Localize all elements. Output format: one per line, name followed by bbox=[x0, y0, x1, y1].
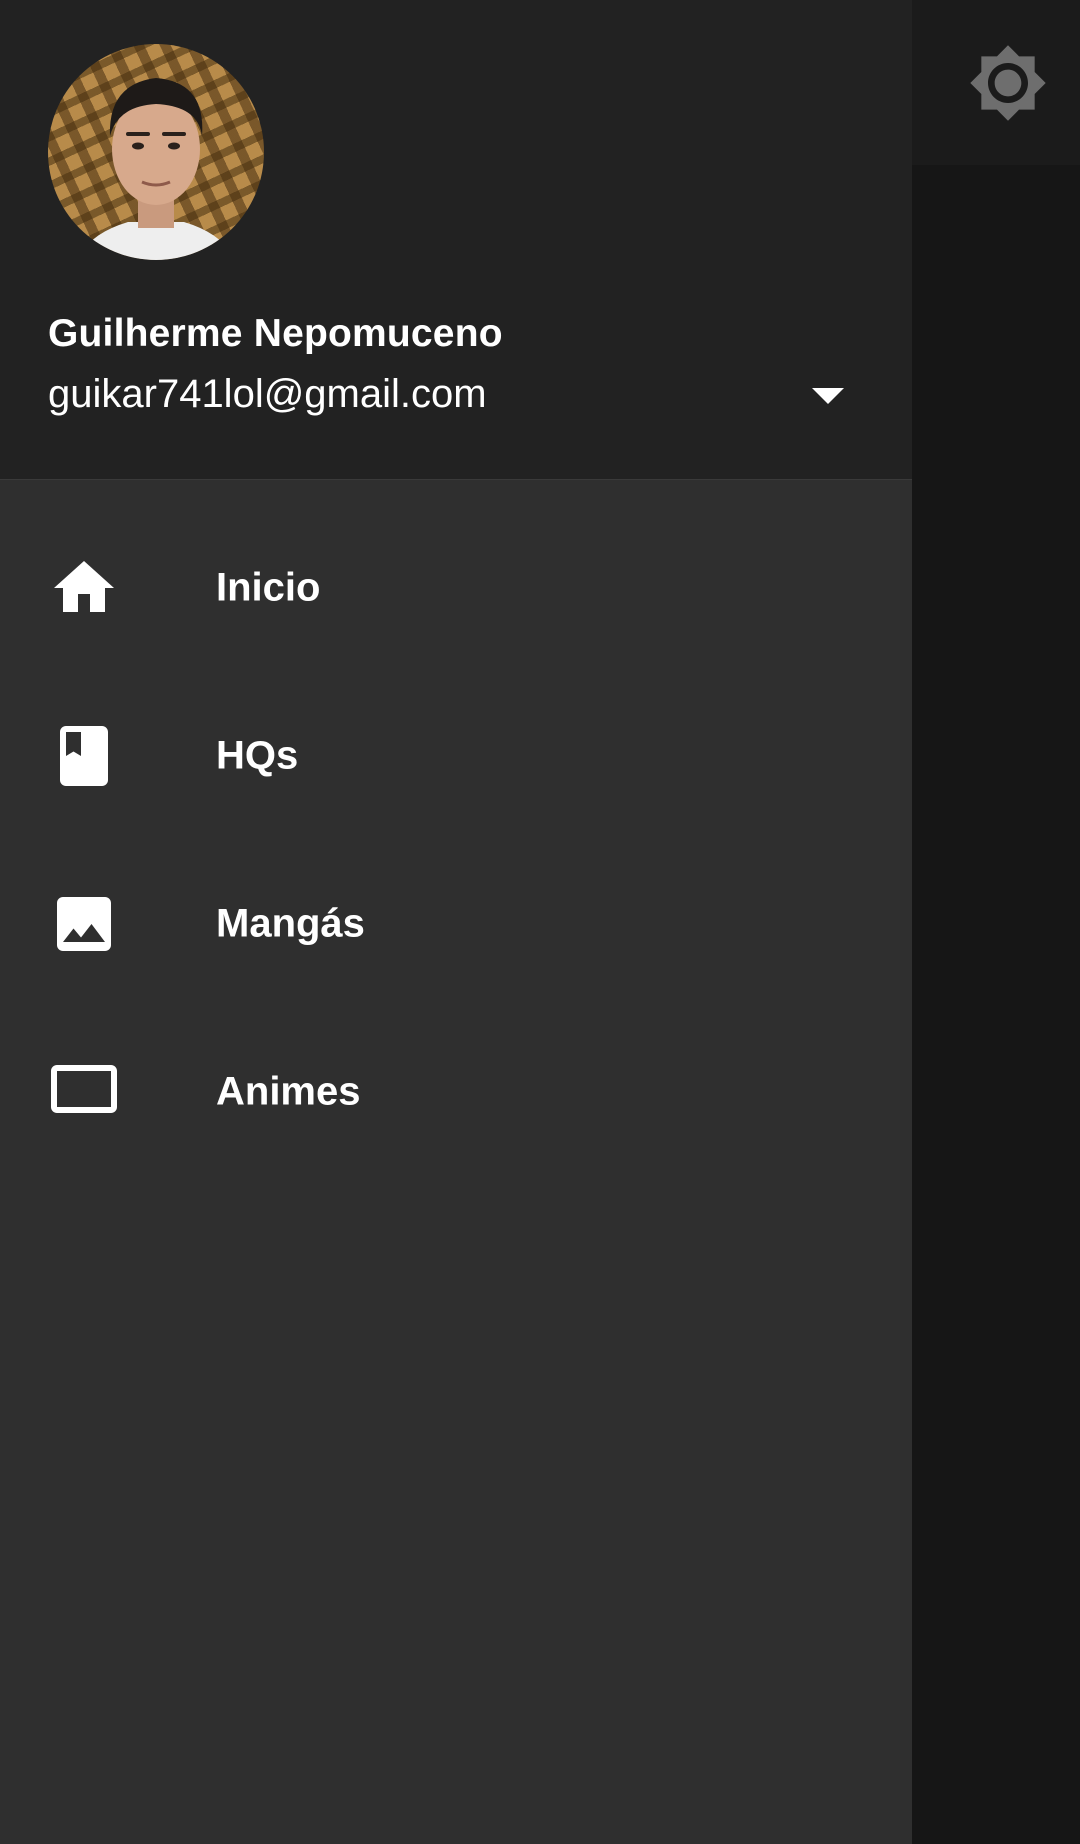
avatar[interactable] bbox=[48, 44, 264, 260]
nav-item-label: Mangás bbox=[216, 901, 365, 946]
book-icon bbox=[48, 720, 120, 792]
image-icon bbox=[48, 888, 120, 960]
user-email: guikar741lol@gmail.com bbox=[48, 372, 487, 416]
navigation-drawer: Guilherme Nepomuceno guikar741lol@gmail.… bbox=[0, 0, 912, 1844]
nav-item-label: Inicio bbox=[216, 565, 321, 610]
screen: Guilherme Nepomuceno guikar741lol@gmail.… bbox=[0, 0, 1080, 1844]
tv-icon bbox=[48, 1056, 120, 1128]
arrow-drop-down-icon bbox=[812, 388, 844, 404]
account-toggle-button[interactable] bbox=[796, 364, 860, 428]
nav-item-label: Animes bbox=[216, 1069, 361, 1114]
brightness-button[interactable] bbox=[960, 35, 1056, 131]
nav-item-inicio[interactable]: Inicio bbox=[0, 504, 912, 672]
nav-item-hqs[interactable]: HQs bbox=[0, 672, 912, 840]
user-name: Guilherme Nepomuceno bbox=[48, 312, 503, 355]
nav-list: Inicio HQs Mangás Animes bbox=[0, 504, 912, 1176]
brightness-icon bbox=[970, 45, 1046, 121]
nav-item-mangas[interactable]: Mangás bbox=[0, 840, 912, 1008]
avatar-photo bbox=[78, 78, 234, 260]
home-icon bbox=[48, 552, 120, 624]
nav-item-label: HQs bbox=[216, 733, 299, 778]
drawer-header: Guilherme Nepomuceno guikar741lol@gmail.… bbox=[0, 0, 912, 480]
nav-item-animes[interactable]: Animes bbox=[0, 1008, 912, 1176]
